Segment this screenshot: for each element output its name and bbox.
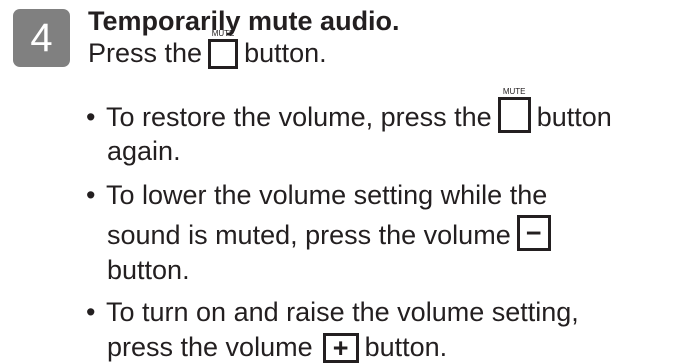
bullet-2-line-1-text: To lower the volume setting while the [106,180,548,210]
mute-button-icon: MUTE [497,87,531,133]
intro-text-before: Press the [88,38,203,68]
volume-down-button-icon: − [516,215,551,251]
bullet-2-text-before: sound is muted, press the volume [107,220,511,250]
intro-line: Press the MUTE button. [88,29,327,69]
bullet-1-line-1: • To restore the volume, press the MUTE … [86,87,612,133]
mute-button-icon: MUTE [208,29,239,69]
bullet-2-line-1: • To lower the volume setting while the [86,180,547,211]
bullet-dot: • [86,297,96,327]
plus-symbol: + [332,332,349,363]
bullet-3-line-1: • To turn on and raise the volume settin… [86,297,579,328]
mute-caption: MUTE [502,87,526,96]
bullet-2-line-3: button. [107,255,190,285]
volume-up-button-icon: + [322,332,359,363]
minus-symbol: − [525,217,542,248]
bullet-dot: • [86,180,96,210]
mute-caption: MUTE [211,29,235,38]
bullet-dot: • [86,102,96,132]
bullet-3-text-before: press the volume [107,332,313,362]
bullet-3-text-after: button. [364,332,448,362]
bullet-3-line-2: press the volume + button. [107,332,447,363]
bullet-3-line-1-text: To turn on and raise the volume setting, [106,297,579,327]
bullet-2-line-2: sound is muted, press the volume − [107,215,557,251]
intro-text-after: button. [244,38,327,68]
bullet-1-text-before: To restore the volume, press the [106,102,492,132]
step-number-badge: 4 [13,9,70,67]
step-heading: Temporarily mute audio. [88,6,400,36]
bullet-1-line-2: again. [107,136,181,166]
bullet-1-text-after: button [536,102,612,132]
